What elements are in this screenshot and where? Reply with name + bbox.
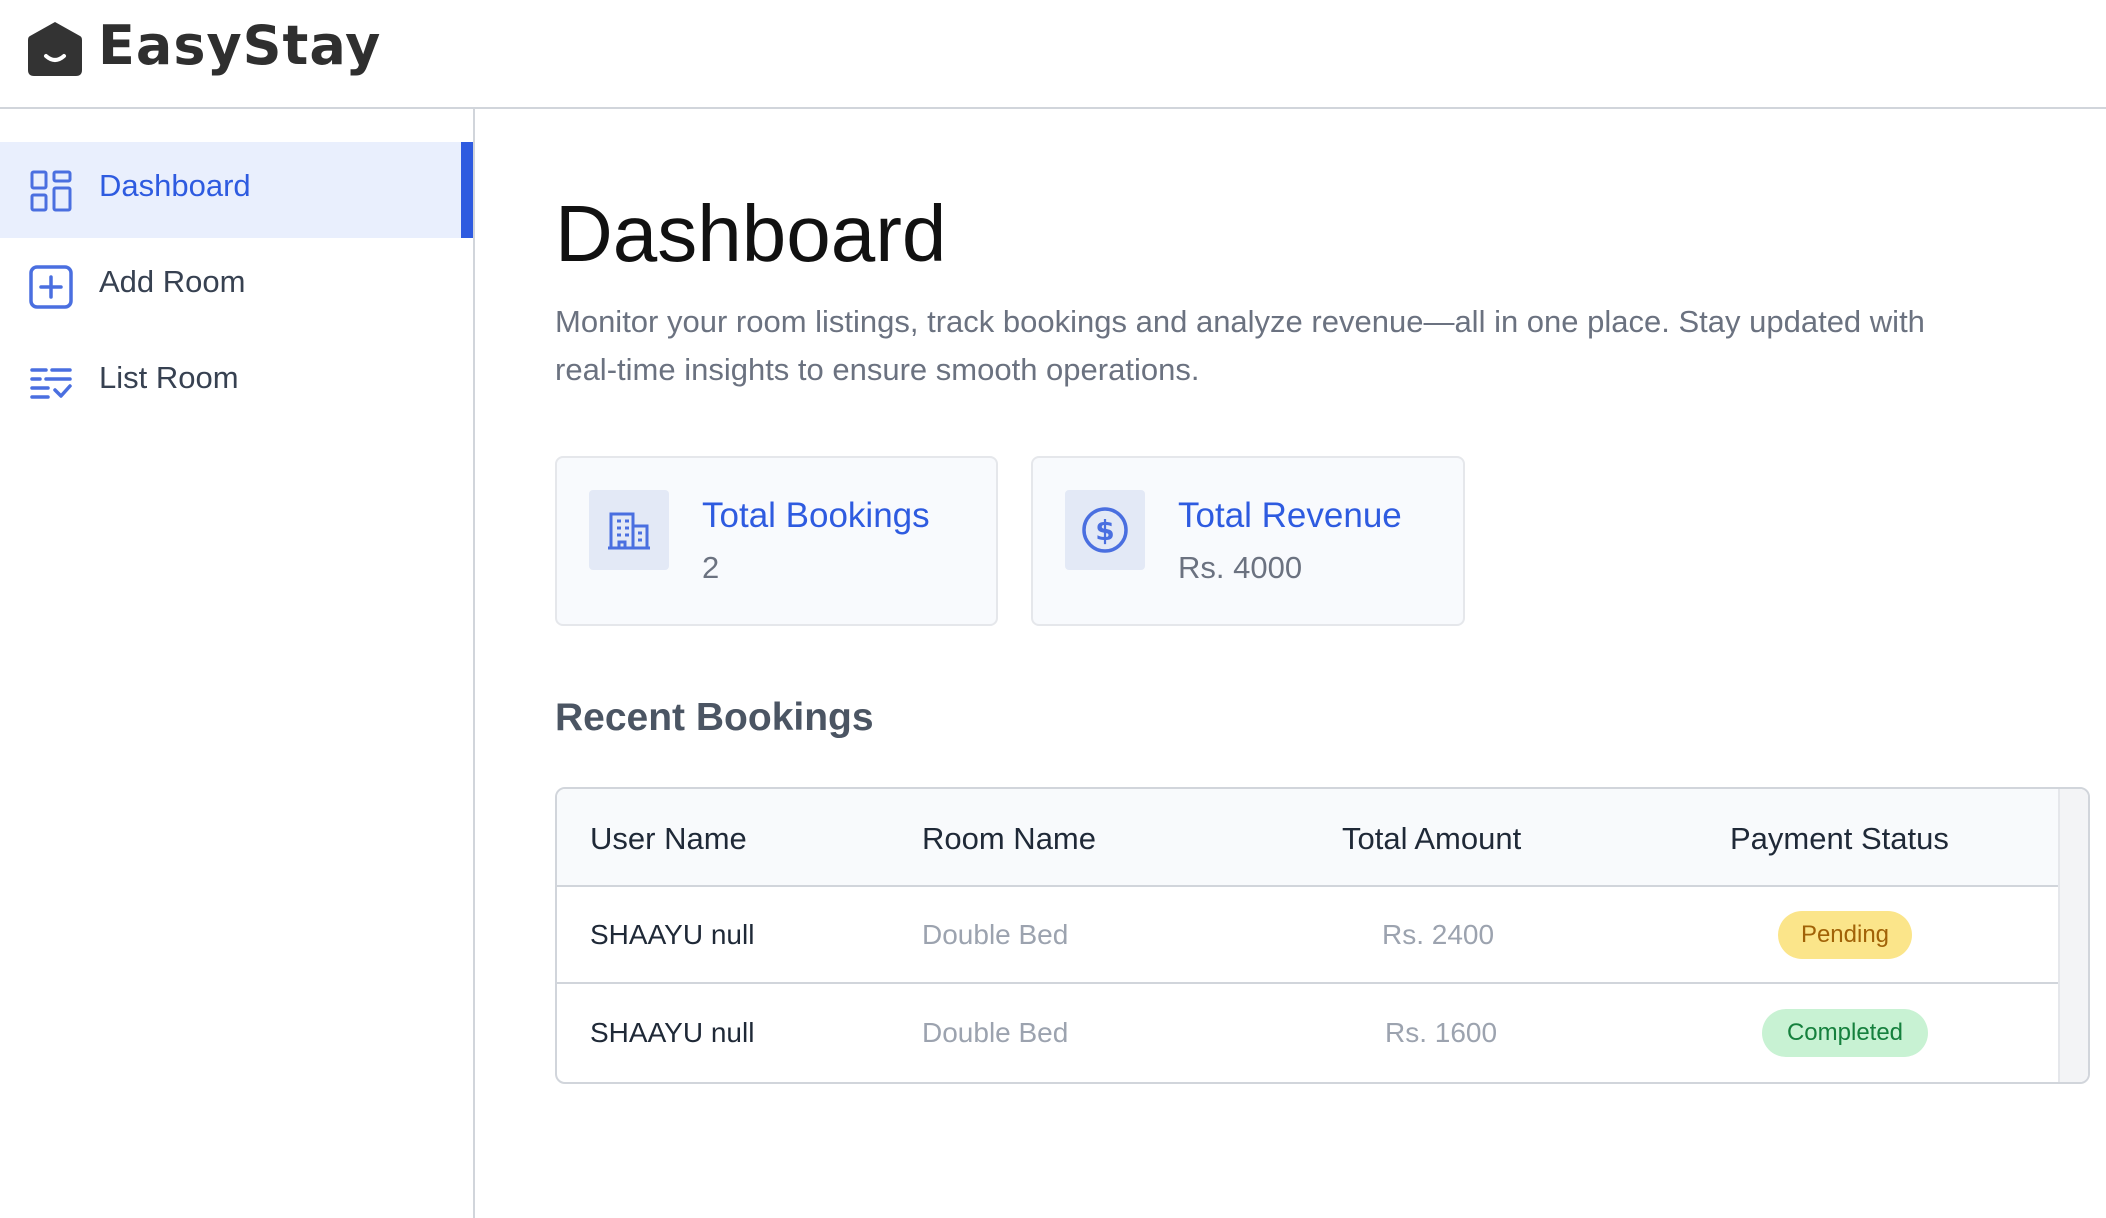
cell-room-name: Double Bed (922, 919, 1069, 950)
page-description: Monitor your room listings, track bookin… (555, 304, 1925, 387)
status-badge: Pending (1778, 911, 1912, 959)
total-bookings-card: Total Bookings 2 (555, 456, 998, 626)
logo-text[interactable]: EasyStay (98, 14, 381, 77)
table-scrollbar[interactable] (2058, 789, 2088, 1082)
stat-label: Total Bookings (702, 496, 930, 535)
column-header-total-amount[interactable]: Total Amount (1342, 821, 1521, 857)
top-bar: EasyStay (0, 0, 2106, 109)
stat-label: Total Revenue (1178, 496, 1402, 535)
list-check-icon (30, 368, 72, 399)
cell-user-name: SHAAYU null (590, 919, 755, 950)
sidebar-item-label: List Room (99, 360, 239, 395)
logo-house-icon (28, 22, 82, 76)
status-badge: Completed (1762, 1009, 1928, 1057)
column-header-payment-status[interactable]: Payment Status (1730, 821, 1949, 857)
dashboard-grid-icon (30, 170, 72, 212)
cell-room-name: Double Bed (922, 1017, 1069, 1048)
sidebar-item-add-room[interactable]: Add Room (0, 238, 473, 334)
cell-user-name: SHAAYU null (590, 1017, 755, 1048)
svg-text:$: $ (1095, 514, 1114, 547)
table-header-row: User Name Room Name Total Amount Payment… (557, 789, 2061, 887)
total-revenue-card: $ Total Revenue Rs. 4000 (1031, 456, 1465, 626)
page-title: Dashboard (555, 189, 947, 278)
dollar-circle-icon: $ (1065, 490, 1145, 570)
sidebar: Dashboard Add Room List Room (0, 109, 475, 1218)
building-icon (589, 490, 669, 570)
table-row[interactable]: SHAAYU null Double Bed Rs. 2400 Pending (557, 887, 2061, 984)
cell-total-amount: Rs. 1600 (1385, 1017, 1498, 1048)
bookings-table: User Name Room Name Total Amount Payment… (555, 787, 2090, 1084)
recent-bookings-title: Recent Bookings (555, 696, 874, 739)
add-square-icon (29, 265, 73, 309)
cell-total-amount: Rs. 2400 (1382, 919, 1495, 950)
column-header-user-name[interactable]: User Name (590, 821, 747, 857)
stat-value: Rs. 4000 (1178, 550, 1303, 585)
sidebar-item-list-room[interactable]: List Room (0, 334, 473, 430)
sidebar-item-label: Add Room (99, 264, 246, 299)
table-row[interactable]: SHAAYU null Double Bed Rs. 1600 Complete… (557, 985, 2061, 1082)
sidebar-item-label: Dashboard (99, 168, 251, 203)
column-header-room-name[interactable]: Room Name (922, 821, 1096, 857)
sidebar-item-dashboard[interactable]: Dashboard (0, 142, 473, 238)
stat-value: 2 (702, 550, 720, 585)
